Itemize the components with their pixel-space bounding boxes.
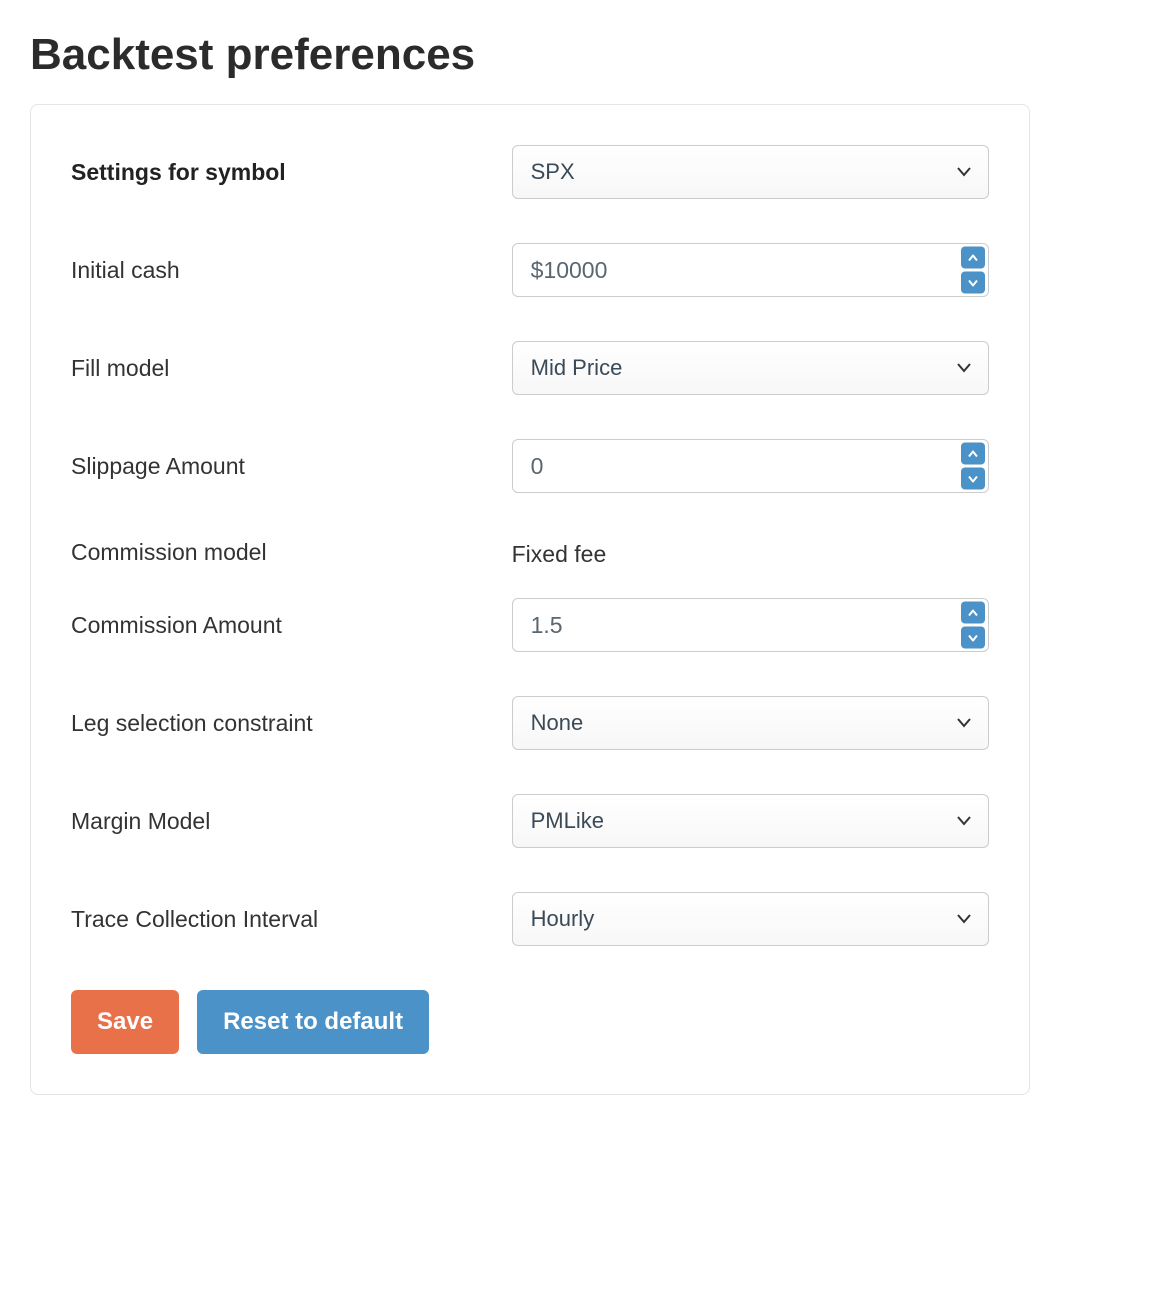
action-bar: Save Reset to default <box>71 990 989 1054</box>
label-slippage: Slippage Amount <box>71 453 512 480</box>
margin-model-value: PMLike <box>512 794 989 848</box>
leg-selection-select[interactable]: None <box>512 696 989 750</box>
fill-model-value: Mid Price <box>512 341 989 395</box>
commission-amount-input[interactable] <box>512 598 989 652</box>
row-commission-amount: Commission Amount <box>71 598 989 652</box>
fill-model-select[interactable]: Mid Price <box>512 341 989 395</box>
label-initial-cash: Initial cash <box>71 257 512 284</box>
trace-interval-select[interactable]: Hourly <box>512 892 989 946</box>
step-up-icon[interactable] <box>961 443 985 465</box>
slippage-stepper <box>961 443 985 490</box>
margin-model-select[interactable]: PMLike <box>512 794 989 848</box>
step-down-icon[interactable] <box>961 272 985 294</box>
symbol-select-value: SPX <box>512 145 989 199</box>
row-slippage: Slippage Amount <box>71 439 989 493</box>
row-commission-model: Commission model Fixed fee <box>71 537 989 568</box>
symbol-select[interactable]: SPX <box>512 145 989 199</box>
label-margin-model: Margin Model <box>71 808 512 835</box>
row-margin-model: Margin Model PMLike <box>71 794 989 848</box>
row-fill-model: Fill model Mid Price <box>71 341 989 395</box>
step-down-icon[interactable] <box>961 468 985 490</box>
trace-interval-value: Hourly <box>512 892 989 946</box>
commission-model-value: Fixed fee <box>512 537 989 568</box>
commission-amount-stepper <box>961 602 985 649</box>
row-leg-selection: Leg selection constraint None <box>71 696 989 750</box>
save-button[interactable]: Save <box>71 990 179 1054</box>
initial-cash-input[interactable] <box>512 243 989 297</box>
label-commission-amount: Commission Amount <box>71 612 512 639</box>
label-trace-interval: Trace Collection Interval <box>71 906 512 933</box>
step-up-icon[interactable] <box>961 602 985 624</box>
label-commission-model: Commission model <box>71 539 512 566</box>
preferences-card: Settings for symbol SPX Initial cash <box>30 104 1030 1095</box>
label-symbol: Settings for symbol <box>71 159 512 186</box>
row-symbol: Settings for symbol SPX <box>71 145 989 199</box>
step-up-icon[interactable] <box>961 247 985 269</box>
row-initial-cash: Initial cash <box>71 243 989 297</box>
label-fill-model: Fill model <box>71 355 512 382</box>
initial-cash-stepper <box>961 247 985 294</box>
step-down-icon[interactable] <box>961 627 985 649</box>
row-trace-interval: Trace Collection Interval Hourly <box>71 892 989 946</box>
reset-button[interactable]: Reset to default <box>197 990 429 1054</box>
slippage-input[interactable] <box>512 439 989 493</box>
leg-selection-value: None <box>512 696 989 750</box>
label-leg-selection: Leg selection constraint <box>71 710 512 737</box>
page-title: Backtest preferences <box>30 30 1126 80</box>
